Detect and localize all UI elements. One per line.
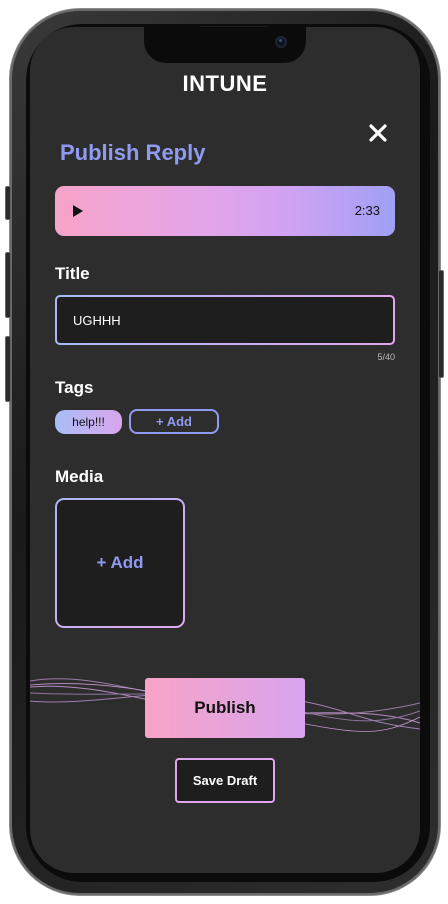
volume-up-button [5,252,11,318]
title-label: Title [55,264,90,283]
title-input[interactable] [57,297,393,343]
title-char-counter: 5/40 [377,352,395,362]
publish-button[interactable]: Publish [145,678,305,738]
audio-player[interactable]: 2:33 [55,186,395,236]
save-draft-button[interactable]: Save Draft [175,758,275,803]
tags-label: Tags [55,378,94,397]
audio-duration: 2:33 [354,203,380,218]
app-screen: INTUNE Publish Reply 2:33 Title 5/40 Tag… [30,27,420,873]
media-label: Media [55,467,104,486]
notch [144,27,306,63]
add-media-button[interactable]: + Add [55,498,185,628]
camera-icon [275,36,287,48]
tag-chip[interactable]: help!!! [55,410,122,434]
volume-down-button [5,336,11,402]
page-title: Publish Reply [60,140,206,165]
power-button [438,270,444,378]
play-icon[interactable] [73,205,83,217]
close-icon[interactable] [366,121,390,145]
mute-switch [5,186,11,220]
app-title: INTUNE [182,71,268,96]
title-field[interactable] [55,295,395,345]
add-tag-button[interactable]: + Add [129,409,219,434]
